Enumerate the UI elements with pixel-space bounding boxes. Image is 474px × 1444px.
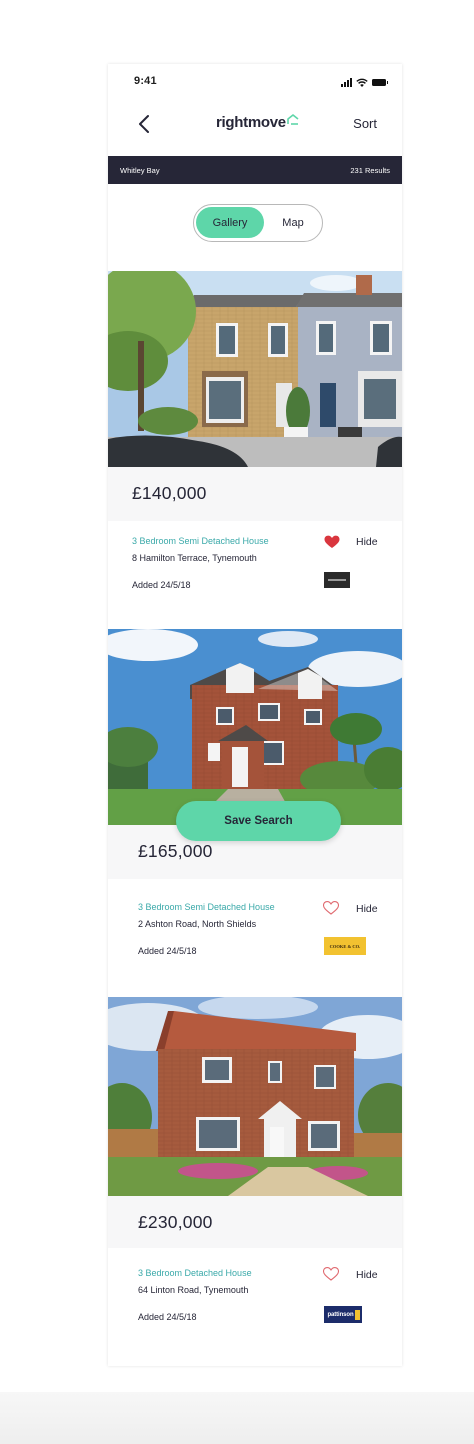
heart-outline-icon[interactable] [323,901,339,915]
tab-gallery[interactable]: Gallery [196,207,264,238]
listing-price: £140,000 [132,483,207,503]
agent-logo[interactable] [324,572,350,588]
signal-icon [341,78,352,87]
battery-icon [372,79,388,86]
property-address: 8 Hamilton Terrace, Tynemouth [132,553,257,563]
added-date: Added 24/5/18 [138,1312,197,1322]
nav-bar: rightmove Sort [108,100,402,156]
property-address: 64 Linton Road, Tynemouth [138,1285,249,1295]
hide-button[interactable]: Hide [356,1269,378,1281]
price-band: £230,000 [108,1196,402,1248]
terraced-brick-houses-photo[interactable] [108,271,402,467]
logo-text: rightmove [216,114,286,131]
listing-card[interactable]: £230,000 3 Bedroom Detached House 64 Lin… [108,997,402,1366]
status-bar: 9:41 [108,64,402,100]
agent-logo-text: pattinson [327,1311,354,1318]
rightmove-logo: rightmove [216,114,299,131]
added-date: Added 24/5/18 [138,946,197,956]
property-type-link[interactable]: 3 Bedroom Detached House [138,1268,252,1278]
agent-logo[interactable]: COOKE & CO. [324,937,366,955]
hide-button[interactable]: Hide [356,903,378,915]
location-bar: Whitley Bay 231 Results [108,156,402,184]
agent-logo-mark [328,579,346,581]
save-search-button[interactable]: Save Search [176,801,341,841]
listing-price: £165,000 [138,841,213,861]
results-count: 231 Results [350,166,390,175]
tab-map[interactable]: Map [268,207,318,238]
phone-screen: 9:41 rightmove Sort Whitley Bay 231 Resu… [108,64,402,1366]
property-address: 2 Ashton Road, North Shields [138,919,257,929]
listing-price: £230,000 [138,1212,213,1232]
agent-logo-text: COOKE & CO. [329,943,361,949]
price-band: £140,000 [108,467,402,521]
semi-detached-brick-house-photo[interactable] [108,629,402,825]
chevron-left-icon[interactable] [134,112,156,136]
search-location: Whitley Bay [120,166,160,175]
hide-button[interactable]: Hide [356,536,378,548]
agent-logo-mark [354,1309,360,1320]
property-type-link[interactable]: 3 Bedroom Semi Detached House [132,536,269,546]
listing-card[interactable]: £140,000 3 Bedroom Semi Detached House 8… [108,271,402,629]
heart-outline-icon[interactable] [323,1267,339,1281]
page-bottom-band [0,1392,474,1444]
status-time: 9:41 [134,75,157,87]
property-type-link[interactable]: 3 Bedroom Semi Detached House [138,902,275,912]
view-toggle: Gallery Map [193,204,323,242]
agent-logo[interactable]: pattinson [324,1306,362,1323]
sort-button[interactable]: Sort [353,116,377,131]
wifi-icon [356,78,368,87]
status-icons [341,77,388,87]
heart-filled-icon[interactable] [324,535,340,549]
house-outline-icon [287,114,299,125]
added-date: Added 24/5/18 [132,580,191,590]
detached-brick-house-photo[interactable] [108,997,402,1196]
